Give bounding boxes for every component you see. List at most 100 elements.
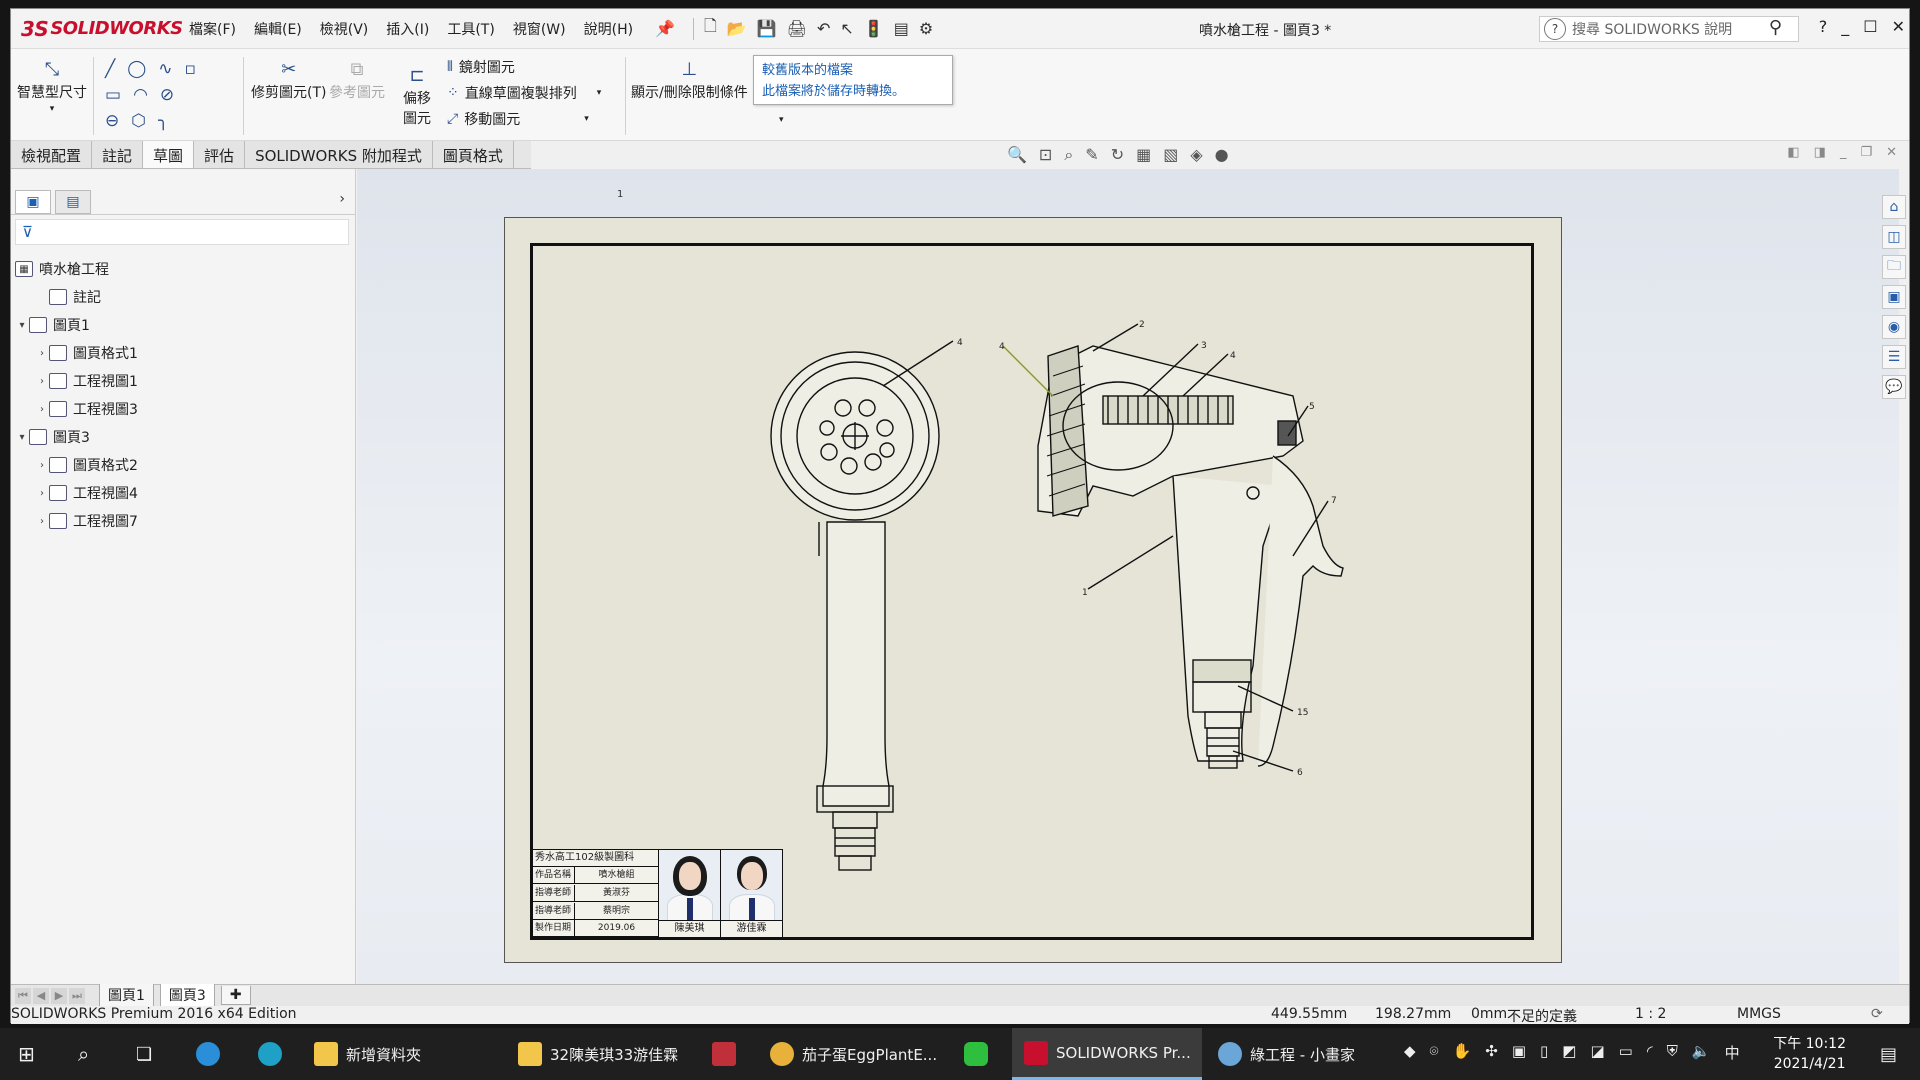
tree-item[interactable]: 註記 (11, 283, 356, 311)
balloon-label[interactable]: 5 (1309, 402, 1315, 412)
sheet-scale[interactable]: 1 : 2 (1635, 1006, 1666, 1022)
help-search-box[interactable]: ? 搜尋 SOLIDWORKS 說明 ⚲ (1539, 16, 1799, 42)
balloon-label[interactable]: 4 (957, 338, 963, 348)
convert-entities-button[interactable]: ⧉ 參考圖元 (329, 59, 385, 102)
prev-sheet-icon[interactable]: ◀ (33, 987, 49, 1004)
select-icon[interactable]: ↖ (840, 19, 853, 38)
usb-tray-icon[interactable]: ▯ (1540, 1042, 1548, 1063)
internet-explorer-icon[interactable] (196, 1028, 220, 1080)
arc-icon[interactable]: ◠ (133, 85, 148, 105)
tree-item[interactable]: › 工程視圖1 (11, 367, 356, 395)
balloon-label[interactable]: 2 (1139, 320, 1145, 330)
hand-tray-icon[interactable]: ✋ (1453, 1042, 1472, 1063)
hide-show-icon[interactable]: ◈ (1190, 145, 1202, 165)
maximize-icon[interactable]: ☐ (1863, 17, 1877, 36)
chevron-right-icon[interactable]: › (339, 191, 345, 207)
system-clock[interactable]: 下午 10:12 2021/4/21 (1773, 1034, 1846, 1074)
tree-expander-icon[interactable]: ▾ (15, 432, 29, 443)
taskbar-folder-1[interactable]: 新增資料夾 (314, 1028, 421, 1080)
ime-indicator[interactable]: 中 (1725, 1042, 1740, 1063)
ellipse-icon[interactable]: ⊘ (160, 85, 174, 105)
zoom-previous-icon[interactable]: ⌕ (1064, 145, 1073, 165)
help-button[interactable]: ? (1819, 17, 1828, 36)
line-icon[interactable]: ╱ (105, 59, 115, 79)
balloon-label[interactable]: 7 (1331, 496, 1337, 506)
smart-dimension-button[interactable]: ⤡ 智慧型尺寸 ▾ (17, 59, 87, 114)
offset-entities-button[interactable]: ⊏ 偏移圖元 (397, 65, 437, 128)
tree-expander-icon[interactable]: ▾ (15, 320, 29, 331)
sheet-tab-3[interactable]: 圖頁3 (159, 984, 215, 1007)
search-input[interactable]: 搜尋 SOLIDWORKS 說明 (1572, 19, 1732, 39)
tree-expander-icon[interactable]: › (35, 348, 49, 359)
nvidia-tray-icon[interactable]: ◪ (1590, 1042, 1604, 1063)
options-gear-icon[interactable]: ⚙ (919, 19, 933, 38)
add-sheet-icon[interactable]: ✚ (220, 986, 251, 1005)
last-sheet-icon[interactable]: ⏭ (69, 987, 85, 1004)
feature-tree-tab-icon[interactable]: ▣ (15, 189, 51, 214)
tree-root[interactable]: ▦ 噴水槍工程 (11, 255, 356, 283)
line-app-icon[interactable] (964, 1028, 988, 1080)
close-icon[interactable]: ✕ (1892, 17, 1905, 36)
tree-expander-icon[interactable]: › (35, 404, 49, 415)
viewport-restore-icon[interactable]: ❐ (1860, 145, 1872, 160)
vpn-tray-icon[interactable]: ✣ (1485, 1042, 1498, 1063)
tree-expander-icon[interactable]: › (35, 516, 49, 527)
next-sheet-icon[interactable]: ▶ (51, 987, 67, 1004)
wifi-icon[interactable]: ◜ (1647, 1042, 1653, 1063)
menu-tools[interactable]: 工具(T) (439, 15, 502, 43)
graphics-area[interactable]: 1 4 2 3 4 5 7 1 4 15 6 秀水高工102級製圖科 作品名稱 … (357, 169, 1899, 984)
viewport-close-icon[interactable]: ✕ (1886, 145, 1897, 160)
trim-entities-button[interactable]: ✂ 修剪圖元(T) (251, 59, 326, 102)
display-relations-button[interactable]: ⊥ 顯示/刪除限制條件 (631, 59, 748, 102)
print-icon[interactable]: 🖨 (787, 19, 807, 38)
menu-window[interactable]: 視窗(W) (505, 15, 574, 43)
tab-sheet-format[interactable]: 圖頁格式 (432, 141, 514, 168)
chevron-down-icon[interactable]: ▾ (779, 115, 784, 125)
design-library-icon[interactable]: ◫ (1882, 225, 1906, 249)
taskbar-chrome[interactable]: 茄子蛋EggPlantE... (770, 1028, 937, 1080)
appearance-icon[interactable]: ● (1215, 145, 1229, 165)
minimize-icon[interactable]: _ (1841, 17, 1849, 36)
tree-expander-icon[interactable]: › (35, 488, 49, 499)
tab-evaluate[interactable]: 評估 (194, 141, 246, 168)
balloon-label[interactable]: 3 (1201, 341, 1207, 351)
tree-item[interactable]: › 工程視圖3 (11, 395, 356, 423)
balloon-label[interactable]: 6 (1297, 768, 1303, 778)
viewport-split-alt-icon[interactable]: ◨ (1814, 145, 1826, 160)
property-manager-tab-icon[interactable]: ▤ (55, 189, 91, 214)
volume-icon[interactable]: 🔈 (1692, 1042, 1711, 1063)
taskbar-paint[interactable]: 綠工程 - 小畫家 (1218, 1028, 1355, 1080)
tab-sketch[interactable]: 草圖 (143, 141, 195, 168)
zoom-area-icon[interactable]: ⊡ (1039, 145, 1052, 165)
balloon-label[interactable]: 4 (1230, 351, 1236, 361)
security-shield-icon[interactable]: ⛨ (1667, 1042, 1678, 1063)
notifications-icon[interactable]: ▤ (1880, 1028, 1897, 1080)
view-orientation-icon[interactable]: ▦ (1136, 145, 1151, 165)
menu-insert[interactable]: 插入(I) (378, 15, 437, 43)
traffic-light-icon[interactable]: 🚦 (864, 19, 884, 38)
tree-item[interactable]: ▾ 圖頁1 (11, 311, 356, 339)
move-entities-button[interactable]: ⤢ 移動圖元 ▾ (447, 109, 589, 129)
menu-help[interactable]: 說明(H) (576, 15, 641, 43)
tree-item[interactable]: › 圖頁格式2 (11, 451, 356, 479)
new-document-icon[interactable]: 🗋 (704, 15, 717, 42)
polygon-icon[interactable]: ⬡ (131, 111, 146, 131)
gpu-tray-icon[interactable]: ◩ (1562, 1042, 1576, 1063)
tree-item[interactable]: ▾ 圖頁3 (11, 423, 356, 451)
mirror-entities-button[interactable]: ⫴ 鏡射圖元 (447, 57, 515, 77)
edge-browser-icon[interactable] (258, 1028, 282, 1080)
spline-icon[interactable]: ∿ (158, 59, 172, 79)
camera-tray-icon[interactable]: ⌾ (1430, 1042, 1439, 1063)
display-style-icon[interactable]: ▧ (1163, 145, 1178, 165)
search-taskbar-icon[interactable]: ⌕ (78, 1028, 89, 1080)
drawing-sheet[interactable]: 4 2 3 4 5 7 1 4 15 6 秀水高工102級製圖科 作品名稱 噴水槍組 指導老師 黃淑芬指… (504, 217, 1562, 963)
tree-filter[interactable]: ⊽ (15, 219, 349, 245)
tree-item[interactable]: › 工程視圖7 (11, 507, 356, 535)
pin-menu-icon[interactable]: 📌 (655, 19, 675, 38)
appearances-icon[interactable]: ◉ (1882, 315, 1906, 339)
rectangle-icon[interactable]: ▭ (105, 85, 121, 105)
taskbar-solidworks[interactable]: SOLIDWORKS Pr... (1012, 1028, 1202, 1080)
balloon-label[interactable]: 15 (1297, 708, 1308, 718)
rotate-icon[interactable]: ↻ (1111, 145, 1124, 165)
point-icon[interactable]: ▫ (185, 59, 197, 79)
